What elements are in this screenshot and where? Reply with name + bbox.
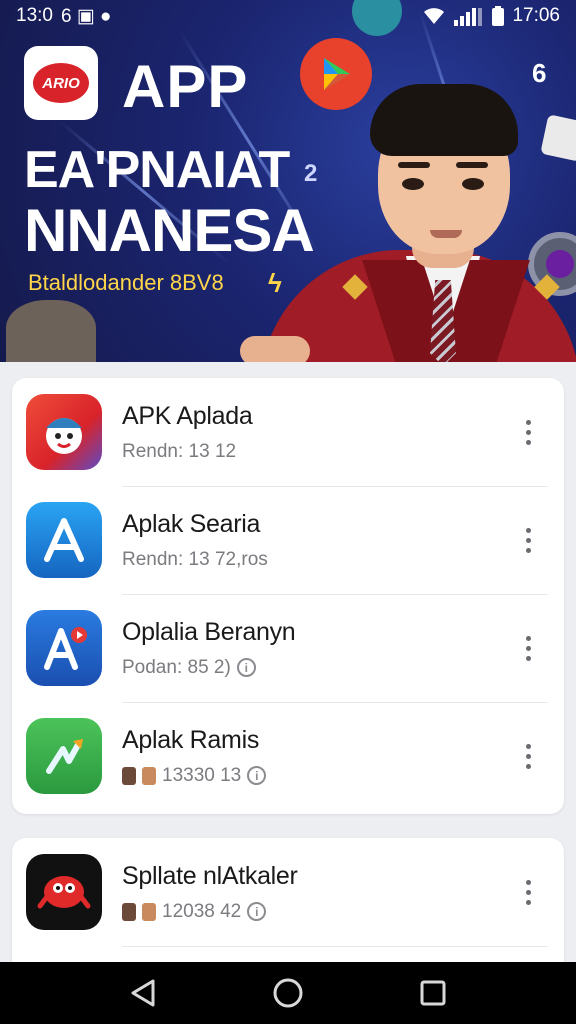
system-nav-bar	[0, 962, 576, 1024]
app-list-card: Spllate nlAtkaler 12038 42 i	[12, 838, 564, 978]
status-right: 17:06	[422, 5, 560, 27]
green-arrow-icon	[26, 718, 102, 794]
cartoon-face-icon	[26, 394, 102, 470]
status-clock: 17:06	[512, 5, 560, 26]
notification-icons: 6 ▣ ●	[60, 5, 112, 27]
app-title: Oplalia Beranyn	[122, 617, 296, 646]
user-avatar-icon	[122, 766, 136, 785]
list-item[interactable]: APK Aplada Rendn: 13 12	[12, 378, 564, 486]
user-avatar-icon	[122, 902, 136, 921]
app-title: APK Aplada	[122, 401, 253, 430]
red-mascot-icon	[26, 854, 102, 930]
home-button[interactable]	[258, 968, 318, 1018]
recents-button[interactable]	[403, 968, 463, 1018]
app-subtitle: Podan: 85 2)	[122, 656, 231, 678]
recents-square-icon	[420, 980, 446, 1006]
info-icon: i	[247, 902, 267, 921]
list-item-text: Aplak Searia Rendn: 13 72,ros	[122, 510, 508, 571]
banner-title: APP	[122, 53, 249, 120]
banner-subtitle: Btaldlodander 8BV8	[28, 270, 224, 295]
more-options-button[interactable]	[508, 726, 548, 786]
back-triangle-icon	[131, 979, 155, 1007]
signal-icon	[454, 8, 483, 26]
app-subtitle: 13330 13	[162, 764, 242, 786]
status-left: 13:0 6 ▣ ●	[16, 5, 112, 28]
list-item-text: Aplak Ramis 13330 13 i	[122, 726, 508, 787]
more-options-button[interactable]	[508, 510, 548, 570]
status-time: 13:0	[16, 5, 53, 26]
app-list-card: APK Aplada Rendn: 13 12 Aplak Searia Ren…	[12, 378, 564, 814]
list-item[interactable]: Aplak Ramis 13330 13 i	[12, 702, 564, 810]
app-subtitle-row: Podan: 85 2) i	[122, 657, 508, 679]
promo-banner[interactable]: 6 ϟ 2 ARIO APP EA'PNAIAT NNANESA Btaldlo…	[0, 0, 576, 362]
user-avatar-icon	[142, 902, 156, 921]
mascot-avatar	[240, 60, 576, 362]
list-item-text: APK Aplada Rendn: 13 12	[122, 402, 508, 463]
cat-figure	[6, 300, 96, 362]
info-icon: i	[236, 658, 256, 677]
app-store-a-badge-icon	[26, 610, 102, 686]
divider	[122, 946, 548, 947]
brand-logo-text: ARIO	[33, 63, 89, 103]
list-item[interactable]: Aplak Searia Rendn: 13 72,ros	[12, 486, 564, 594]
app-title: Aplak Searia	[122, 509, 261, 538]
info-icon: i	[247, 766, 267, 785]
app-title: Spllate nlAtkaler	[122, 861, 298, 890]
app-title: Aplak Ramis	[122, 725, 260, 754]
more-options-button[interactable]	[508, 618, 548, 678]
brand-logo: ARIO	[24, 46, 98, 120]
app-subtitle-row: 12038 42 i	[122, 901, 508, 923]
app-subtitle: Rendn: 13 12	[122, 440, 237, 462]
list-item[interactable]: Oplalia Beranyn Podan: 85 2) i	[12, 594, 564, 702]
wifi-icon	[424, 8, 445, 24]
list-item-text: Oplalia Beranyn Podan: 85 2) i	[122, 618, 508, 679]
list-item[interactable]: Spllate nlAtkaler 12038 42 i	[12, 838, 564, 946]
user-avatar-icon	[142, 766, 156, 785]
battery-icon	[492, 6, 505, 26]
list-item-text: Spllate nlAtkaler 12038 42 i	[122, 862, 508, 923]
app-subtitle-row: Rendn: 13 12	[122, 441, 508, 463]
home-circle-icon	[273, 978, 303, 1008]
app-subtitle-row: Rendn: 13 72,ros	[122, 549, 508, 571]
more-options-button[interactable]	[508, 402, 548, 462]
more-options-button[interactable]	[508, 862, 548, 922]
app-store-a-icon	[26, 502, 102, 578]
status-bar: 13:0 6 ▣ ● 17:06	[0, 0, 576, 32]
app-subtitle: Rendn: 13 72,ros	[122, 548, 268, 570]
back-button[interactable]	[113, 968, 173, 1018]
app-subtitle-row: 13330 13 i	[122, 765, 508, 787]
app-subtitle: 12038 42	[162, 900, 242, 922]
